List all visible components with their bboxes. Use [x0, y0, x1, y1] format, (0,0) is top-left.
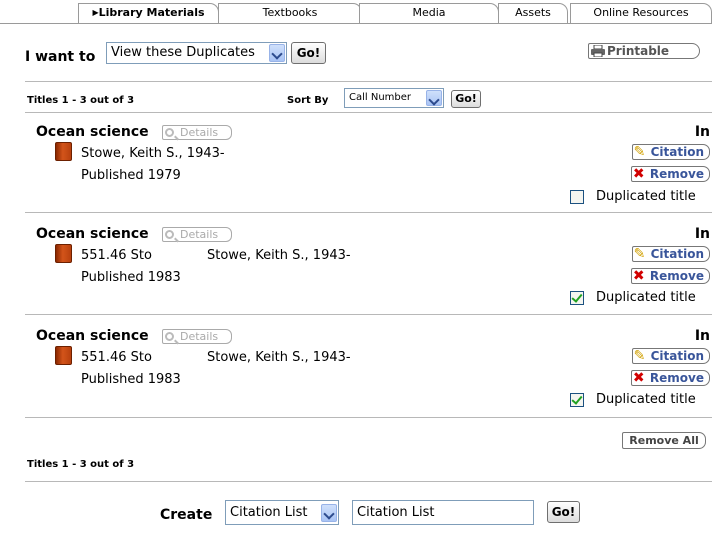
record-author: Stowe, Keith S., 1943-: [207, 248, 351, 263]
tab-library-materials[interactable]: ▶Library Materials: [78, 3, 219, 24]
divider: [25, 81, 712, 82]
record-author: Stowe, Keith S., 1943-: [207, 350, 351, 365]
chevron-down-icon[interactable]: [269, 44, 285, 62]
record-call-number: 551.46 Sto: [81, 248, 152, 263]
divider: [25, 417, 712, 418]
x-icon: ✖: [632, 268, 645, 284]
remove-button[interactable]: ✖ Remove: [630, 166, 710, 182]
record-title[interactable]: Ocean science: [36, 328, 149, 344]
record-published: Published 1983: [81, 372, 181, 387]
duplicated-checkbox[interactable]: [570, 393, 584, 407]
magnifier-icon: [165, 128, 174, 137]
action-go-button[interactable]: Go!: [291, 42, 326, 64]
book-icon: [55, 142, 72, 161]
pencil-icon: ✎: [633, 348, 646, 364]
details-button[interactable]: Details: [162, 125, 232, 140]
results-count-footer: Titles 1 - 3 out of 3: [27, 459, 135, 470]
status-label: In: [694, 226, 710, 242]
divider: [25, 112, 712, 113]
create-label: Create: [160, 507, 213, 523]
book-icon: [55, 244, 72, 263]
record-published: Published 1979: [81, 168, 181, 183]
record-call-number: 551.46 Sto: [81, 350, 152, 365]
results-count: Titles 1 - 3 out of 3: [27, 95, 135, 106]
magnifier-icon: [165, 230, 174, 239]
book-icon: [55, 346, 72, 365]
status-label: In: [694, 124, 710, 140]
tab-textbooks[interactable]: Textbooks: [218, 3, 362, 24]
duplicated-label: Duplicated title: [596, 290, 696, 305]
record-author: Stowe, Keith S., 1943-: [81, 146, 225, 161]
citation-button[interactable]: ✎ Citation: [631, 348, 710, 364]
citation-button[interactable]: ✎ Citation: [631, 144, 710, 160]
magnifier-icon: [165, 332, 174, 341]
tab-media[interactable]: Media: [359, 3, 499, 24]
sort-select[interactable]: Call Number: [344, 88, 444, 108]
record-title[interactable]: Ocean science: [36, 124, 149, 140]
details-button[interactable]: Details: [162, 227, 232, 242]
details-button[interactable]: Details: [162, 329, 232, 344]
action-label: I want to: [25, 49, 96, 65]
citation-list-name-input[interactable]: Citation List: [352, 500, 534, 525]
action-select[interactable]: View these Duplicates: [106, 42, 287, 64]
duplicated-checkbox[interactable]: [570, 291, 584, 305]
record-title[interactable]: Ocean science: [36, 226, 149, 242]
remove-all-button[interactable]: Remove All: [622, 432, 706, 449]
tab-assets[interactable]: Assets: [498, 3, 568, 24]
divider: [25, 314, 712, 315]
printer-icon: [591, 45, 605, 57]
remove-button[interactable]: ✖ Remove: [630, 370, 710, 386]
x-icon: ✖: [632, 166, 645, 182]
create-type-select[interactable]: Citation List: [225, 500, 339, 525]
remove-button[interactable]: ✖ Remove: [630, 268, 710, 284]
pencil-icon: ✎: [633, 246, 646, 262]
tab-online-resources[interactable]: Online Resources: [570, 3, 712, 24]
sort-by-label: Sort By: [287, 95, 329, 106]
create-go-button[interactable]: Go!: [547, 501, 580, 523]
sort-go-button[interactable]: Go!: [451, 90, 481, 108]
citation-button[interactable]: ✎ Citation: [631, 246, 710, 262]
pencil-icon: ✎: [633, 144, 646, 160]
x-icon: ✖: [632, 370, 645, 386]
printable-button[interactable]: Printable: [588, 43, 700, 59]
tabs-divider: [0, 23, 712, 24]
duplicated-checkbox[interactable]: [570, 190, 584, 204]
chevron-down-icon[interactable]: [426, 90, 442, 106]
divider: [25, 212, 712, 213]
chevron-down-icon[interactable]: [321, 504, 337, 522]
record-published: Published 1983: [81, 270, 181, 285]
divider: [25, 481, 712, 482]
status-label: In: [694, 328, 710, 344]
duplicated-label: Duplicated title: [596, 392, 696, 407]
duplicated-label: Duplicated title: [596, 189, 696, 204]
